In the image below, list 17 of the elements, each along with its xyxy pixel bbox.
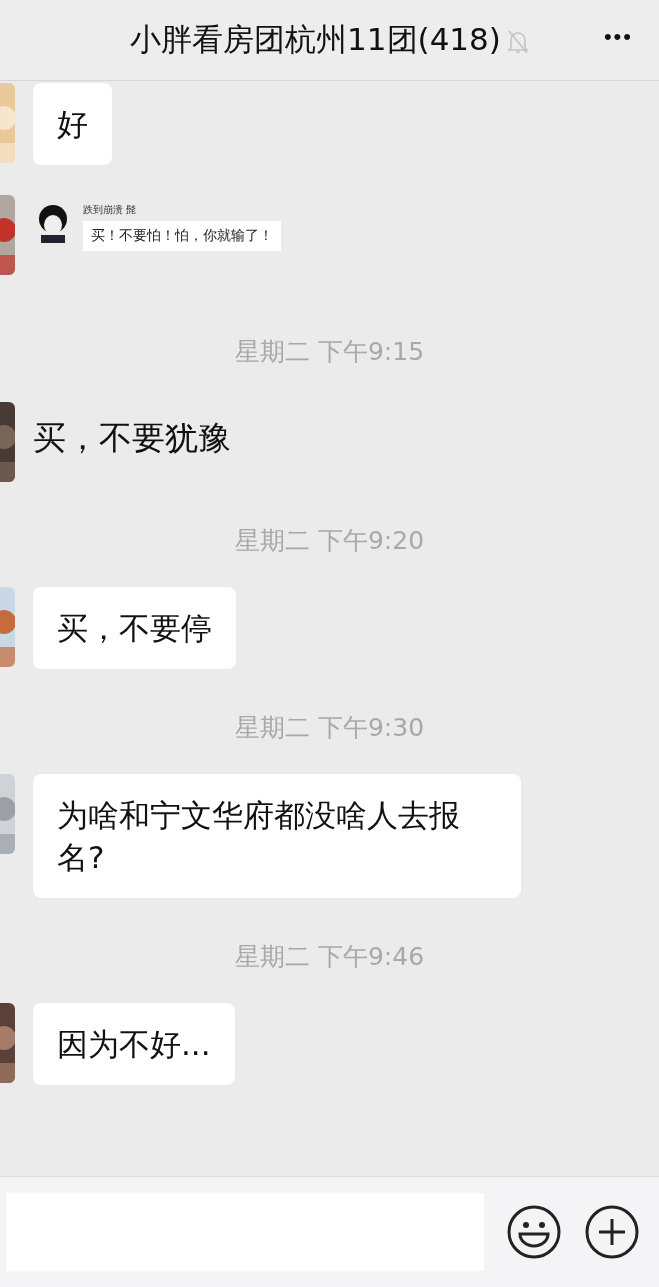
chat-title: 小胖看房团杭州11团(418) <box>130 20 501 59</box>
smiley-icon <box>506 1204 562 1260</box>
message-bubble: 因为不好... <box>33 1003 235 1085</box>
more-button[interactable]: ••• <box>599 20 637 54</box>
message-bubble: 为啥和宁文华府都没啥人去报名? <box>33 774 521 898</box>
timestamp: 星期二 下午9:15 <box>234 336 425 368</box>
add-button[interactable] <box>584 1204 640 1260</box>
timestamp: 星期二 下午9:30 <box>234 712 425 744</box>
sender-name: 跌到崩溃 髭 <box>83 203 138 217</box>
emoji-button[interactable] <box>506 1204 562 1260</box>
timestamp: 星期二 下午9:46 <box>234 941 425 973</box>
message-text: 买，不要犹豫 <box>33 417 231 459</box>
timestamp: 星期二 下午9:20 <box>234 525 425 557</box>
message-bubble: 好 <box>33 83 112 165</box>
message-bubble: 买！不要怕！怕，你就输了！ <box>83 221 281 251</box>
plus-icon <box>584 1204 640 1260</box>
message-bubble: 买，不要停 <box>33 587 236 669</box>
